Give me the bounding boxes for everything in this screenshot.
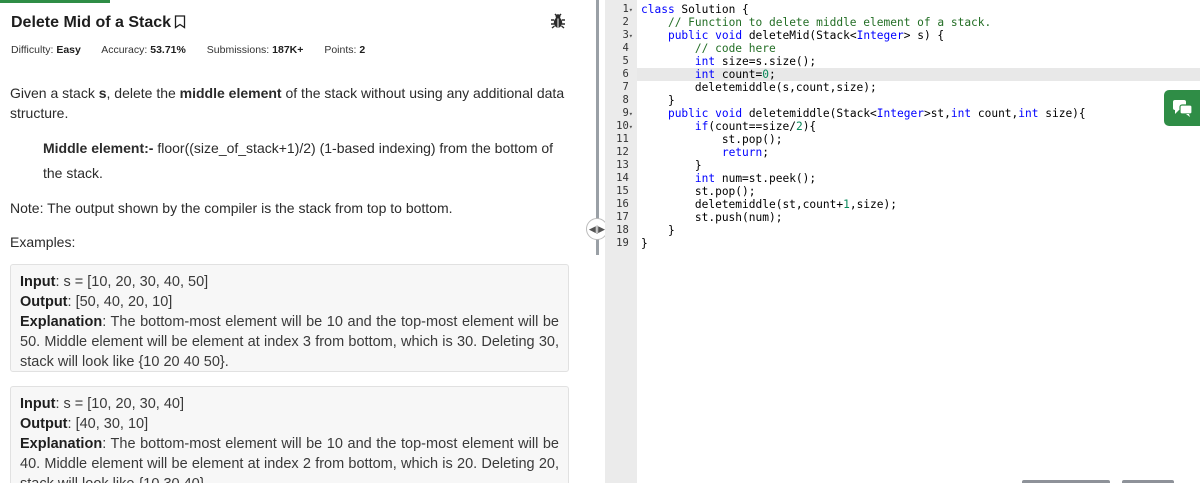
problem-meta: Difficulty: Easy Accuracy: 53.71% Submis… bbox=[11, 44, 383, 56]
note-text: Note: The output shown by the compiler i… bbox=[10, 200, 453, 216]
line-number: 6▾ bbox=[622, 68, 629, 80]
code-line[interactable]: public void deletemiddle(Stack<Integer>s… bbox=[641, 107, 1086, 120]
line-number: 1▾ bbox=[622, 3, 633, 15]
code-line[interactable]: st.pop(); bbox=[641, 185, 756, 198]
code-line[interactable]: } bbox=[641, 237, 648, 250]
bookmark-icon[interactable] bbox=[174, 15, 186, 34]
title-row: Delete Mid of a Stack bbox=[11, 12, 576, 36]
line-number: 16▾ bbox=[616, 198, 629, 210]
problem-panel: Delete Mid of a Stack Difficulty: Easy A… bbox=[0, 0, 585, 483]
code-line[interactable]: int count=0; bbox=[641, 68, 776, 81]
fold-arrow-icon[interactable]: ▾ bbox=[629, 32, 633, 40]
line-number: 11▾ bbox=[616, 133, 629, 145]
code-line[interactable]: class Solution { bbox=[641, 3, 749, 16]
code-line[interactable]: int size=s.size(); bbox=[641, 55, 816, 68]
problem-description: Given a stack s, delete the middle eleme… bbox=[10, 83, 575, 123]
line-number: 7▾ bbox=[622, 81, 629, 93]
code-line[interactable]: int num=st.peek(); bbox=[641, 172, 816, 185]
fold-arrow-icon[interactable]: ▾ bbox=[629, 123, 633, 131]
examples-heading: Examples: bbox=[10, 234, 76, 250]
line-number: 8▾ bbox=[622, 94, 629, 106]
line-number: 12▾ bbox=[616, 146, 629, 158]
line-number: 3▾ bbox=[622, 29, 633, 41]
code-line[interactable]: public void deleteMid(Stack<Integer> s) … bbox=[641, 29, 944, 42]
code-line[interactable]: deletemiddle(s,count,size); bbox=[641, 81, 877, 94]
meta-points: Points: 2 bbox=[324, 44, 366, 56]
line-number: 17▾ bbox=[616, 211, 629, 223]
code-line[interactable]: st.pop(); bbox=[641, 133, 783, 146]
line-number: 10▾ bbox=[616, 120, 633, 132]
line-number: 14▾ bbox=[616, 172, 629, 184]
line-number: 9▾ bbox=[622, 107, 633, 119]
problem-title: Delete Mid of a Stack bbox=[11, 14, 172, 31]
code-line[interactable]: st.push(num); bbox=[641, 211, 783, 224]
line-number: 2▾ bbox=[622, 16, 629, 28]
line-number: 5▾ bbox=[622, 55, 629, 67]
line-number: 19▾ bbox=[616, 237, 629, 249]
example-box-1: Input: s = [10, 20, 30, 40, 50] Output: … bbox=[10, 264, 569, 372]
line-number-gutter: 1▾2▾3▾4▾5▾6▾7▾8▾9▾10▾11▾12▾13▾14▾15▾16▾1… bbox=[605, 0, 637, 483]
line-number: 13▾ bbox=[616, 159, 629, 171]
code-line[interactable]: return; bbox=[641, 146, 769, 159]
meta-submissions: Submissions: 187K+ bbox=[206, 44, 304, 56]
middle-element-label: Middle element:- bbox=[43, 140, 154, 156]
example-box-2: Input: s = [10, 20, 30, 40] Output: [40,… bbox=[10, 386, 569, 483]
code-line[interactable]: } bbox=[641, 159, 702, 172]
fold-arrow-icon[interactable]: ▾ bbox=[629, 6, 633, 14]
code-line[interactable]: // code here bbox=[641, 42, 776, 55]
middle-element-definition: Middle element:- floor((size_of_stack+1)… bbox=[43, 140, 554, 181]
code-line[interactable]: } bbox=[641, 94, 675, 107]
chat-icon[interactable] bbox=[1164, 90, 1200, 126]
bug-report-icon[interactable] bbox=[550, 12, 566, 35]
meta-difficulty: Difficulty: Easy bbox=[11, 44, 81, 56]
line-number: 18▾ bbox=[616, 224, 629, 236]
description-line-1: Given a stack s, delete the middle eleme… bbox=[10, 85, 565, 101]
panel-scrollbar[interactable] bbox=[596, 0, 599, 255]
line-number: 4▾ bbox=[622, 42, 629, 54]
active-tab-indicator bbox=[0, 0, 110, 3]
line-number: 15▾ bbox=[616, 185, 629, 197]
code-line[interactable]: } bbox=[641, 224, 675, 237]
code-line[interactable]: deletemiddle(st,count+1,size); bbox=[641, 198, 897, 211]
code-line[interactable]: // Function to delete middle element of … bbox=[641, 16, 991, 29]
code-line[interactable]: if(count==size/2){ bbox=[641, 120, 816, 133]
description-line-2: structure. bbox=[10, 105, 69, 121]
fold-arrow-icon[interactable]: ▾ bbox=[629, 110, 633, 118]
meta-accuracy: Accuracy: 53.71% bbox=[101, 44, 186, 56]
code-editor[interactable]: class Solution { // Function to delete m… bbox=[637, 0, 1200, 483]
